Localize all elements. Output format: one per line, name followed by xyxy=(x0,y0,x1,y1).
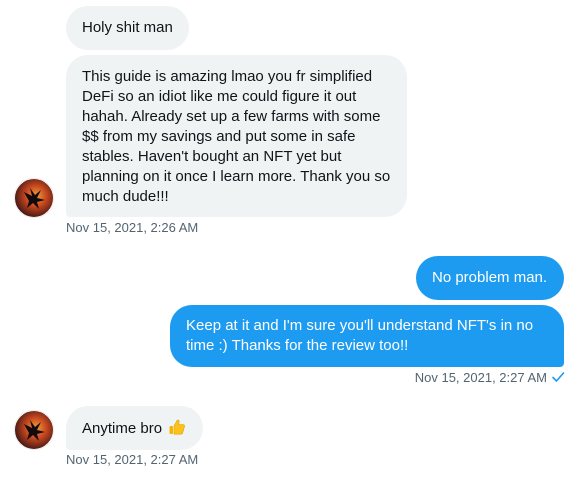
message-timestamp: Nov 15, 2021, 2:26 AM xyxy=(66,220,199,235)
message-timestamp: Nov 15, 2021, 2:27 AM xyxy=(414,370,547,385)
message-timestamp-row: Nov 15, 2021, 2:27 AM xyxy=(415,370,565,387)
message-timestamp: Nov 15, 2021, 2:27 AM xyxy=(66,452,199,467)
message-text: Anytime bro xyxy=(82,420,163,437)
message-bubble-incoming[interactable]: This guide is amazing lmao you fr simpli… xyxy=(66,55,407,217)
avatar-image xyxy=(14,178,54,218)
avatar-image xyxy=(14,410,54,450)
message-bubble-outgoing[interactable]: Keep at it and I'm sure you'll understan… xyxy=(170,305,564,367)
message-text: Holy shit man xyxy=(82,19,173,36)
avatar[interactable] xyxy=(14,178,54,218)
read-check-icon xyxy=(551,370,565,387)
avatar[interactable] xyxy=(14,410,54,450)
message-bubble-incoming[interactable]: Holy shit man xyxy=(66,6,189,50)
message-text: Keep at it and I'm sure you'll understan… xyxy=(186,317,534,354)
message-bubble-outgoing[interactable]: No problem man. xyxy=(416,256,564,300)
message-bubble-incoming[interactable]: Anytime bro xyxy=(66,406,203,450)
message-text: No problem man. xyxy=(432,269,548,286)
thumbs-up-icon xyxy=(168,418,186,442)
message-text: This guide is amazing lmao you fr simpli… xyxy=(82,68,391,205)
